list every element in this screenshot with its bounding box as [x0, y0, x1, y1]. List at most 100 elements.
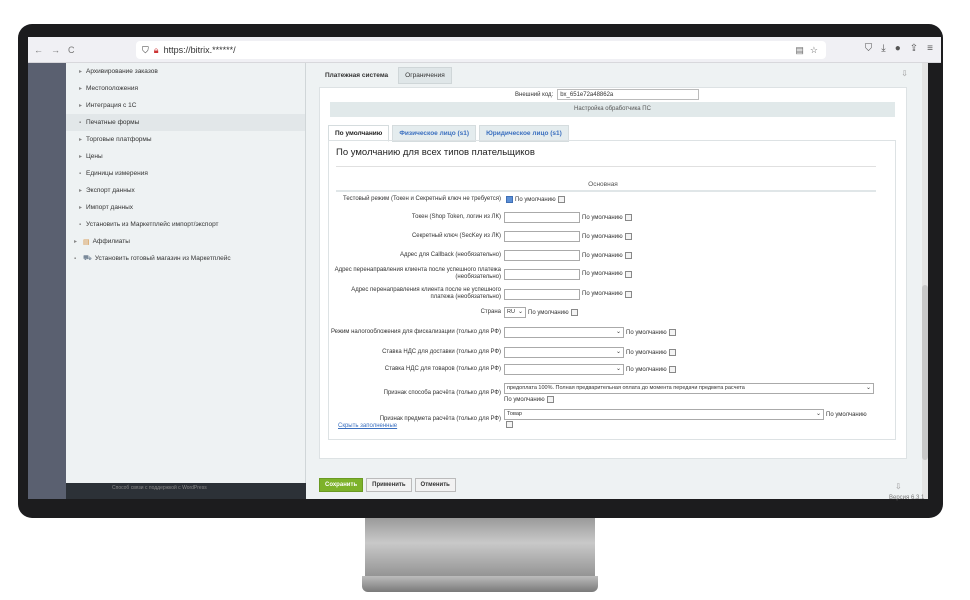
bullet-icon: ▸	[79, 86, 83, 92]
save-button[interactable]: Сохранить	[319, 478, 364, 492]
sidebar-item-label: Импорт данных	[86, 204, 134, 211]
row-redirect-fail: Адрес перенаправления клиента после не у…	[329, 287, 632, 301]
url-text: https://bitrix.******/	[163, 45, 236, 55]
default-checkbox[interactable]	[624, 233, 632, 240]
secret-key-input[interactable]	[504, 231, 580, 242]
tab-restrictions[interactable]: Ограничения	[398, 67, 452, 84]
back-icon[interactable]: ←	[34, 45, 43, 55]
tab-payment-system[interactable]: Платежная система	[318, 67, 396, 84]
pin-icon[interactable]: ⇩	[901, 69, 908, 78]
forward-icon[interactable]: →	[51, 45, 60, 55]
default-checkbox[interactable]	[506, 421, 513, 428]
settings-panel: По умолчанию для всех типов плательщиков…	[328, 140, 896, 440]
payment-method-select[interactable]: предоплата 100%. Полная предварительная …	[504, 383, 874, 394]
bookmark-star-icon[interactable]: ☆	[810, 45, 818, 56]
default-checkbox[interactable]	[570, 309, 578, 316]
pocket-icon[interactable]: ⛉	[865, 43, 873, 54]
token-input[interactable]	[504, 212, 580, 223]
payment-method-group: предоплата 100%. Полная предварительная …	[504, 383, 874, 403]
sidebar-item-label: Местоположения	[86, 85, 138, 92]
redirect-fail-input[interactable]	[504, 288, 580, 300]
reload-icon[interactable]: C	[68, 45, 75, 55]
payment-subject-select[interactable]: Товар ⌄	[504, 409, 824, 420]
hide-filled-link[interactable]: Скрыть заполненные	[338, 423, 397, 429]
default-label: По умолчанию	[826, 411, 867, 418]
apply-button[interactable]: Применить	[366, 478, 412, 492]
divider	[336, 166, 876, 167]
browser-toolbar: ← → C ⛉ 🔒︎ https://bitrix.******/ ▤ ☆ ⛉ …	[28, 37, 941, 63]
shield-icon: ⛉	[142, 44, 149, 55]
form-buttons: Сохранить Применить Отменить	[319, 478, 456, 492]
download-icon[interactable]: ⤓	[881, 43, 885, 54]
default-checkbox[interactable]	[668, 366, 676, 373]
default-checkbox[interactable]	[624, 290, 632, 298]
sidebar-item-label: Торговые платформы	[86, 136, 152, 143]
cancel-button[interactable]: Отменить	[414, 478, 456, 492]
scrollbar[interactable]	[922, 63, 928, 499]
default-checkbox[interactable]	[668, 329, 676, 336]
default-checkbox[interactable]	[557, 196, 565, 203]
sidebar-item-prices[interactable]: ▸ Цены	[66, 148, 305, 165]
sidebar-item-label: Интеграция с 1С	[86, 102, 137, 109]
external-code-input[interactable]: bx_651e72a48862a	[557, 89, 700, 100]
field-label: Ставка НДС для товаров (только для РФ)	[384, 366, 501, 372]
payment-subject-group: Товар ⌄ По умолчанию	[504, 409, 867, 430]
scrollbar-thumb[interactable]	[922, 285, 928, 460]
sidebar-item-locations[interactable]: ▸ Местоположения	[66, 80, 305, 97]
expand-icon[interactable]: ▸	[74, 238, 77, 245]
bullet-icon: ▸	[79, 69, 83, 75]
cart-icon: ⛟	[83, 255, 92, 262]
extension-icon[interactable]: ●	[895, 43, 901, 54]
field-label: Тестовый режим (Токен и Секретный ключ н…	[342, 196, 501, 202]
chevron-down-icon: ⌄	[615, 349, 621, 355]
reader-icon[interactable]: ▤	[795, 45, 804, 56]
country-select[interactable]: RU ⌄	[504, 307, 526, 318]
sidebar-item-import[interactable]: ▸ Импорт данных	[66, 199, 305, 216]
sidebar-item-marketplace-import-export[interactable]: ▪ Установить из Маркетплейс импорт/экспор…	[66, 216, 305, 233]
default-checkbox[interactable]	[668, 349, 676, 356]
sidebar-item-export[interactable]: ▸ Экспорт данных	[66, 182, 305, 199]
folder-icon: ▤	[83, 238, 90, 246]
address-bar[interactable]: ⛉ 🔒︎ https://bitrix.******/ ▤ ☆	[136, 41, 826, 59]
menu-icon[interactable]: ≡	[927, 43, 933, 54]
bullet-icon: ▸	[79, 188, 83, 194]
default-checkbox[interactable]	[624, 270, 632, 278]
default-checkbox[interactable]	[546, 396, 554, 403]
chevron-down-icon: ⌄	[865, 385, 871, 391]
default-label: По умолчанию	[626, 349, 667, 356]
handler-settings-header: Настройка обработчика ПС	[330, 102, 895, 117]
vat-goods-select[interactable]: ⌄	[504, 364, 624, 375]
sidebar-item-label: Печатные формы	[86, 119, 140, 126]
sidebar-item-trade-platforms[interactable]: ▸ Торговые платформы	[66, 131, 305, 148]
admin-left-panel	[28, 63, 66, 499]
default-checkbox[interactable]	[624, 214, 632, 221]
sidebar-item-1c[interactable]: ▸ Интеграция с 1С	[66, 97, 305, 114]
test-mode-checkbox[interactable]	[506, 196, 513, 203]
browser-tools: ⛉ ⤓ ● ⇪ ≡	[865, 43, 933, 54]
tax-mode-select[interactable]: ⌄	[504, 327, 624, 338]
default-checkbox[interactable]	[624, 252, 632, 259]
redirect-success-input[interactable]	[504, 268, 580, 280]
divider	[336, 190, 876, 192]
default-label: По умолчанию	[626, 329, 667, 336]
default-label: По умолчанию	[626, 366, 667, 373]
sidebar-item-units[interactable]: ▪ Единицы измерения	[66, 165, 305, 182]
monitor-stand	[365, 518, 595, 580]
default-label: По умолчанию	[504, 396, 545, 403]
external-code-label: Внешний код:	[515, 91, 554, 98]
main-content: Платежная система Ограничения ⇩ Внешний …	[306, 63, 928, 499]
sidebar-item-install-store[interactable]: ▪ ⛟ Установить готовый магазин из Маркетпл…	[66, 250, 305, 267]
default-label: По умолчанию	[515, 196, 556, 203]
share-icon[interactable]: ⇪	[910, 43, 918, 54]
pin-icon[interactable]: ⇩	[895, 482, 902, 491]
callback-input[interactable]	[504, 250, 580, 261]
default-label: По умолчанию	[528, 309, 569, 316]
sidebar-item-orders-archive[interactable]: ▸ Архивирование заказов	[66, 63, 305, 80]
row-secret-key: Секретный ключ (SecKey из ЛК) По умолчан…	[329, 231, 632, 242]
field-label: Признак предмета расчёта (только для РФ)	[379, 416, 501, 422]
sidebar-item-affiliates[interactable]: ▸ ▤ Аффилиаты	[66, 233, 305, 250]
country-value: RU	[507, 309, 515, 315]
vat-delivery-select[interactable]: ⌄	[504, 347, 624, 358]
sidebar-item-print-forms[interactable]: ▪ Печатные формы	[66, 114, 305, 131]
sidebar-item-label: Цены	[86, 153, 103, 160]
